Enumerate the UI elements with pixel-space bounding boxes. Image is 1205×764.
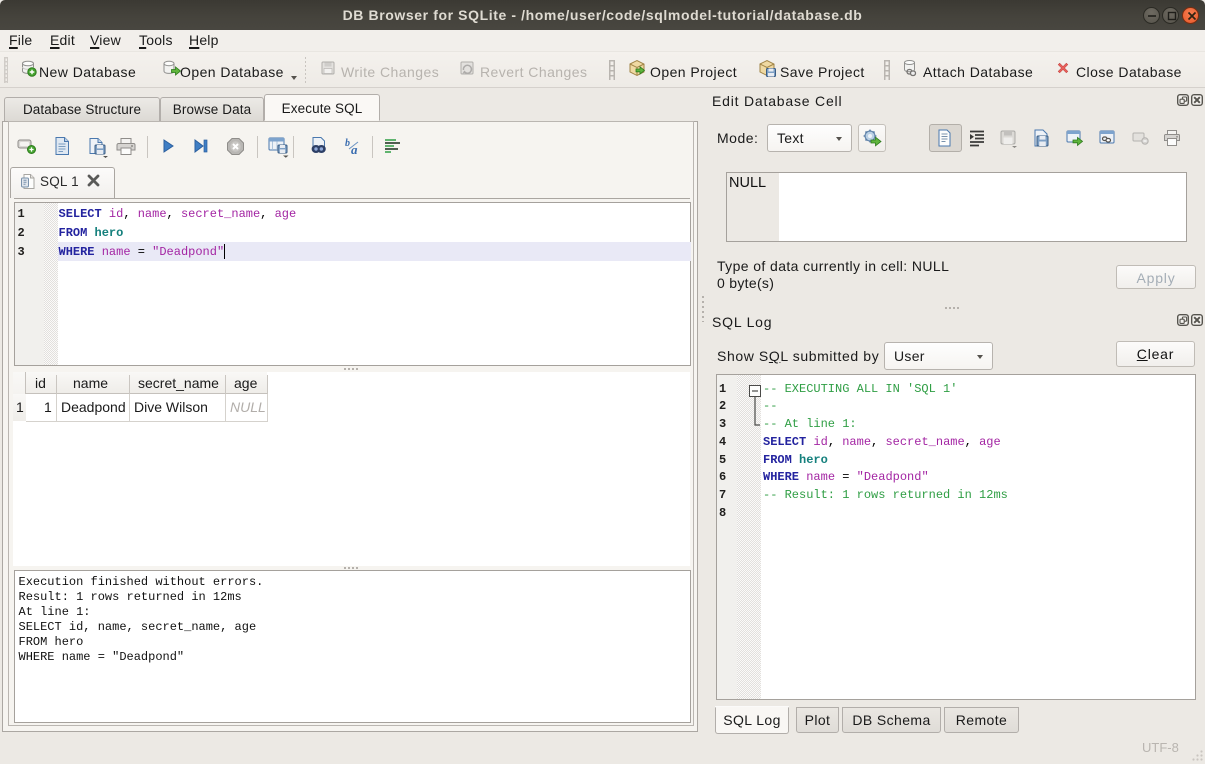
svg-text:b: b	[345, 138, 350, 149]
